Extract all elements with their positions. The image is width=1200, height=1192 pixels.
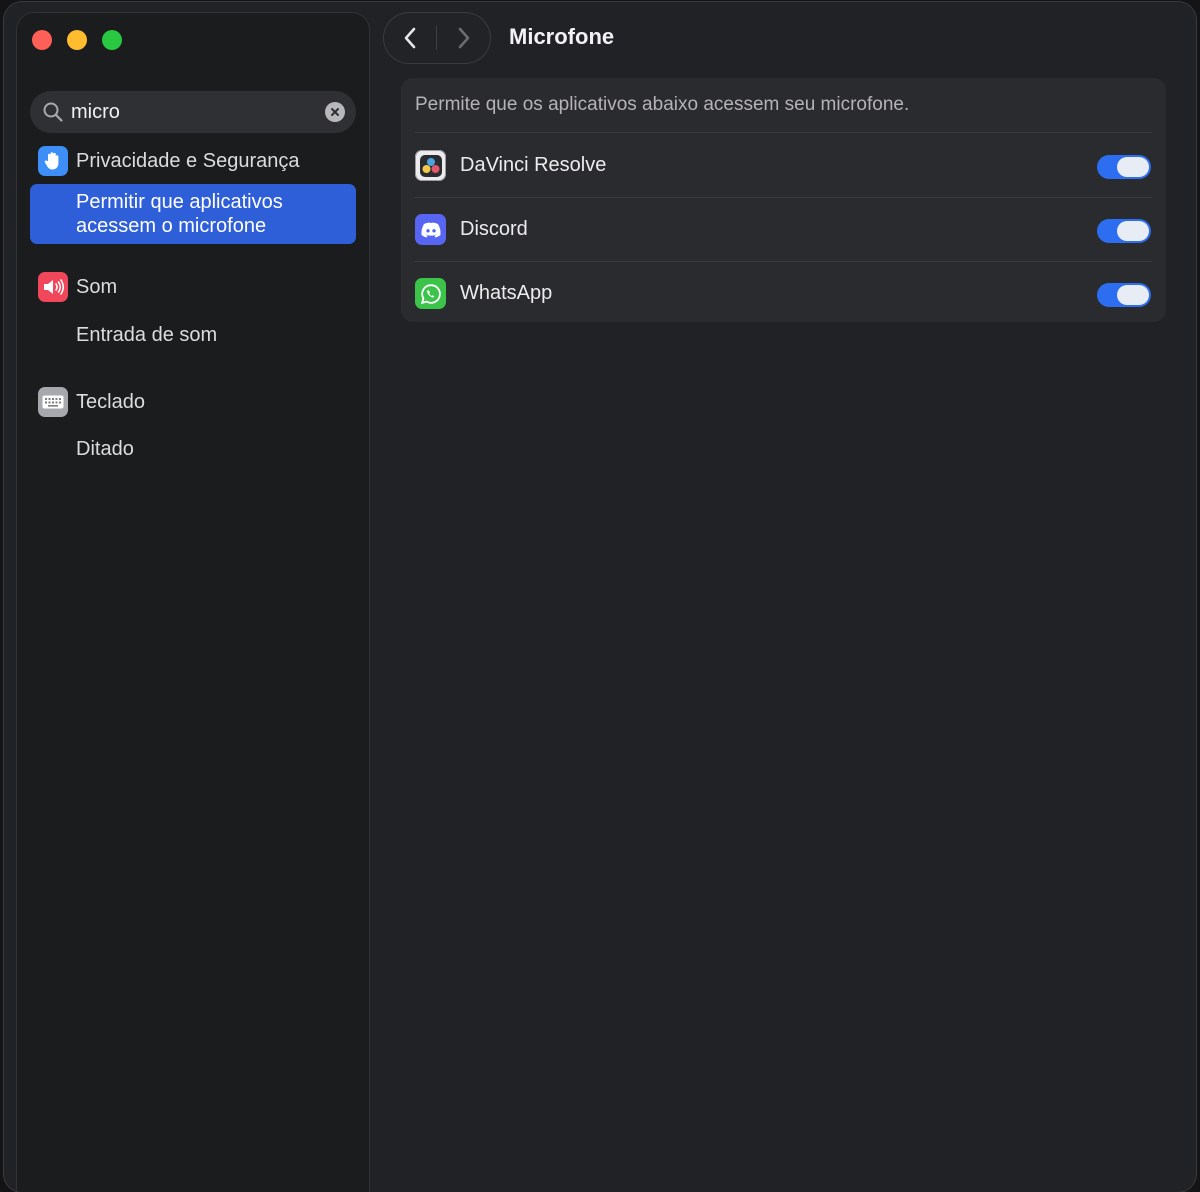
discord-icon — [415, 214, 446, 245]
toggle-knob — [1117, 221, 1149, 241]
speaker-icon — [38, 272, 68, 302]
traffic-lights — [32, 30, 122, 50]
discord-toggle[interactable] — [1097, 219, 1151, 243]
label-line-1: Permitir que aplicativos — [76, 191, 283, 213]
sidebar-item-dictation[interactable]: Ditado — [76, 438, 134, 461]
minimize-button[interactable] — [67, 30, 87, 50]
davinci-resolve-icon — [415, 150, 446, 181]
app-row-davinci-resolve: DaVinci Resolve — [401, 133, 1166, 197]
navigation-buttons — [383, 12, 491, 64]
card-description: Permite que os aplicativos abaixo acesse… — [415, 94, 910, 115]
sidebar-item-label: Teclado — [76, 390, 145, 413]
back-button[interactable] — [385, 12, 437, 64]
forward-button[interactable] — [437, 12, 489, 64]
app-name: WhatsApp — [460, 282, 553, 304]
chevron-right-icon — [458, 27, 470, 49]
hand-raised-icon — [38, 146, 68, 176]
app-row-whatsapp: WhatsApp — [401, 261, 1166, 325]
sidebar-item-label: Permitir que aplicativos acessem o micro… — [76, 190, 283, 238]
microphone-apps-card: Permite que os aplicativos abaixo acesse… — [401, 78, 1166, 322]
app-row-discord: Discord — [401, 197, 1166, 261]
sidebar-item-privacy[interactable]: Privacidade e Segurança — [38, 146, 299, 176]
toggle-knob — [1117, 157, 1149, 177]
chevron-left-icon — [404, 27, 416, 49]
sidebar: Privacidade e Segurança Permitir que apl… — [16, 12, 370, 1192]
page-title: Microfone — [509, 24, 615, 49]
settings-window: Privacidade e Segurança Permitir que apl… — [4, 2, 1196, 1192]
sidebar-item-sound[interactable]: Som — [38, 272, 117, 302]
clear-search-icon[interactable] — [325, 102, 345, 122]
label-line-2: acessem o microfone — [76, 215, 267, 237]
sidebar-item-keyboard[interactable]: Teclado — [38, 387, 145, 417]
sidebar-item-label: Som — [76, 275, 118, 298]
sidebar-item-allow-microphone[interactable]: Permitir que aplicativos acessem o micro… — [30, 184, 356, 244]
app-name: Discord — [460, 218, 528, 240]
whatsapp-toggle[interactable] — [1097, 283, 1151, 307]
app-name: DaVinci Resolve — [460, 154, 607, 176]
sidebar-item-label: Privacidade e Segurança — [76, 149, 300, 172]
sidebar-item-sound-input[interactable]: Entrada de som — [76, 324, 217, 347]
keyboard-icon — [38, 387, 68, 417]
whatsapp-icon — [415, 278, 446, 309]
search-input[interactable] — [71, 97, 311, 127]
close-button[interactable] — [32, 30, 52, 50]
toggle-knob — [1117, 285, 1149, 305]
davinci-resolve-toggle[interactable] — [1097, 155, 1151, 179]
search-field[interactable] — [30, 91, 356, 133]
zoom-button[interactable] — [102, 30, 122, 50]
search-icon — [43, 102, 63, 122]
